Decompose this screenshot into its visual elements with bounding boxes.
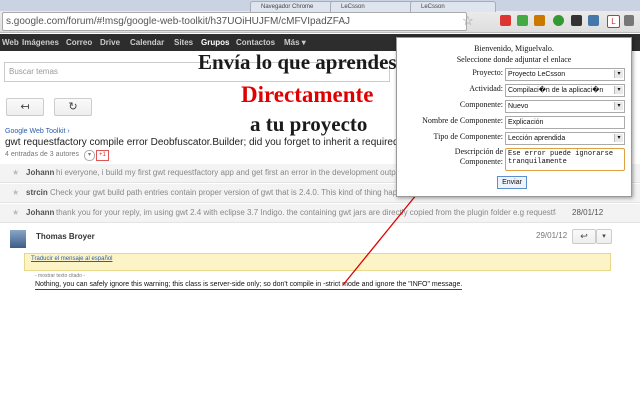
activity-label: Actividad: [469, 84, 503, 93]
lecsson-popup: Bienvenido, Miguelvalo. Seleccione donde… [396, 37, 632, 197]
dropdown-arrow-icon: ▾ [614, 70, 623, 78]
component-select[interactable]: Nuevo ▾ [505, 100, 625, 113]
popup-welcome: Bienvenido, Miguelvalo. [474, 44, 554, 53]
dropdown-arrow-icon: ▾ [614, 102, 623, 110]
component-name-input[interactable]: Explicación [505, 116, 625, 129]
project-select[interactable]: Proyecto LeCsson ▾ [505, 68, 625, 81]
project-label: Proyecto: [472, 68, 503, 77]
project-value: Proyecto LeCsson [508, 71, 566, 78]
component-type-label: Tipo de Componente: [433, 132, 503, 141]
component-type-value: Lección aprendida [508, 135, 566, 142]
submit-button[interactable]: Enviar [497, 176, 527, 189]
component-name-value: Explicación [508, 119, 544, 126]
description-textarea[interactable]: Ese error puede ignorarse tranquilamente [505, 148, 625, 171]
popup-instruction: Seleccione donde adjuntar el enlace [456, 55, 572, 64]
component-name-label: Nombre de Componente: [422, 116, 503, 125]
activity-value: Compilaci�n de la aplicaci�n [508, 87, 604, 94]
activity-select[interactable]: Compilaci�n de la aplicaci�n ▾ [505, 84, 625, 97]
dropdown-arrow-icon: ▾ [614, 134, 623, 142]
component-type-select[interactable]: Lección aprendida ▾ [505, 132, 625, 145]
component-value: Nuevo [508, 103, 529, 110]
description-label: Descripción de Componente: [454, 147, 503, 166]
component-label: Componente: [459, 100, 503, 109]
dropdown-arrow-icon: ▾ [614, 86, 623, 94]
